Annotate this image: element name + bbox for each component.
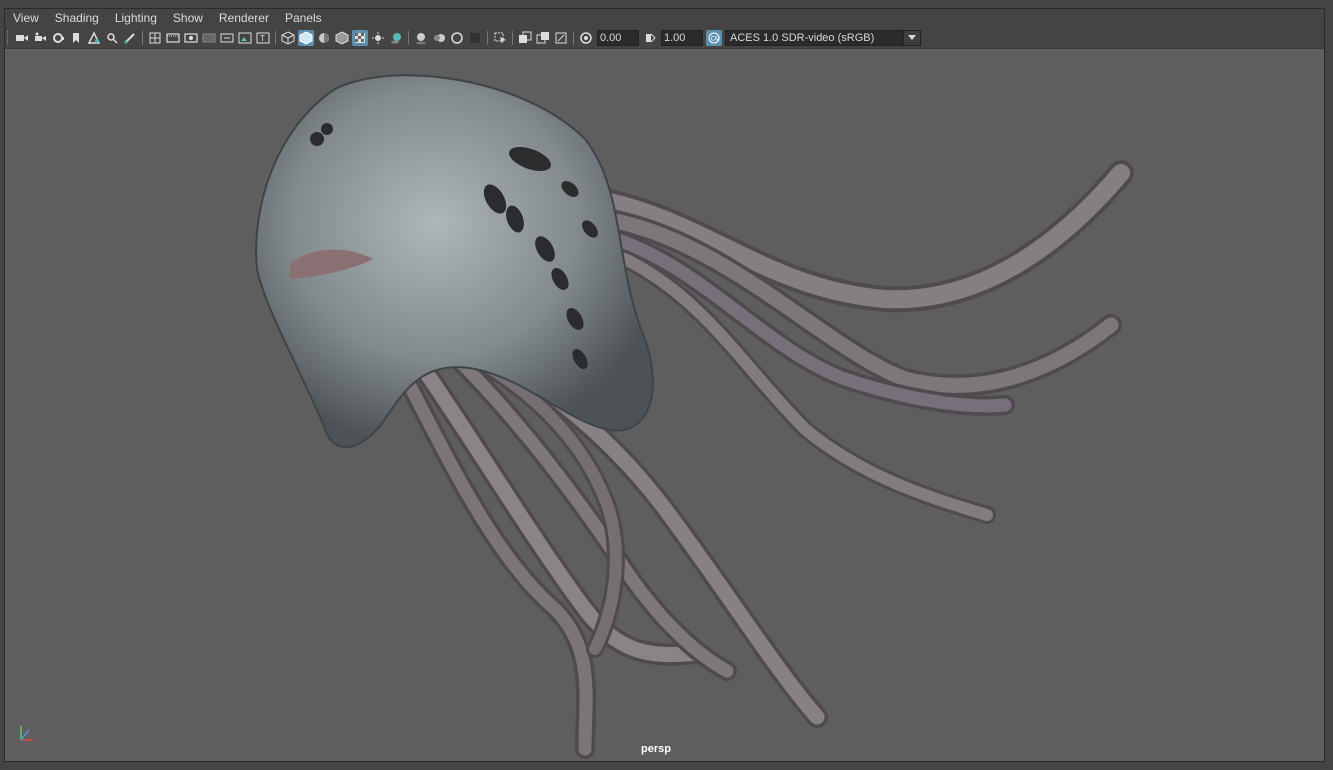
bookmark-icon[interactable] [68,30,84,46]
axis-gizmo [20,726,33,741]
toolbar-separator [275,31,276,45]
model-panel: View Shading Lighting Show Renderer Pane… [4,8,1325,762]
film-gate-icon[interactable] [165,30,181,46]
exposure-field[interactable]: 0.00 [597,30,639,46]
gate-mask-icon[interactable] [201,30,217,46]
toolbar-separator [487,31,488,45]
xray-joints-icon[interactable] [553,30,569,46]
camera-attributes-icon[interactable] [32,30,48,46]
panel-menubar: View Shading Lighting Show Renderer Pane… [5,9,1324,28]
exposure-icon[interactable] [578,30,594,46]
creature-model[interactable] [5,49,1324,761]
view-transform-select[interactable]: ACES 1.0 SDR-video (sRGB) [725,30,921,46]
menu-renderer[interactable]: Renderer [211,9,277,28]
grease-pencil-icon[interactable] [122,30,138,46]
toolbar-separator [408,31,409,45]
svg-text:CM: CM [711,37,720,43]
lights-icon[interactable] [370,30,386,46]
anti-aliasing-icon[interactable] [449,30,465,46]
select-camera-icon[interactable] [14,30,30,46]
color-management-icon[interactable]: CM [706,30,722,46]
textured-icon[interactable] [352,30,368,46]
camera-label: persp [641,743,671,755]
perspective-viewport[interactable]: persp [5,49,1324,761]
view-transform-value: ACES 1.0 SDR-video (sRGB) [730,32,875,44]
ambient-occlusion-icon[interactable] [413,30,429,46]
resolution-gate-icon[interactable] [183,30,199,46]
2d-pan-zoom-icon[interactable] [104,30,120,46]
depth-of-field-icon[interactable] [467,30,483,46]
default-material-icon[interactable] [316,30,332,46]
wireframe-on-shaded-icon[interactable] [334,30,350,46]
menu-show[interactable]: Show [165,9,211,28]
menu-lighting[interactable]: Lighting [107,9,165,28]
field-chart-icon[interactable] [219,30,235,46]
toolbar-separator [512,31,513,45]
smooth-shade-icon[interactable] [298,30,314,46]
gamma-field[interactable]: 1.00 [661,30,703,46]
safe-action-icon[interactable] [237,30,253,46]
menu-panels[interactable]: Panels [277,9,330,28]
bookmark-camera-icon[interactable] [50,30,66,46]
toolbar-separator [573,31,574,45]
isolate-select-icon[interactable] [492,30,508,46]
motion-blur-icon[interactable] [431,30,447,46]
toolbar-grip[interactable] [7,31,10,45]
safe-title-icon[interactable]: T [255,30,271,46]
xray-active-components-icon[interactable] [535,30,551,46]
grid-icon[interactable] [147,30,163,46]
xray-icon[interactable] [517,30,533,46]
menu-view[interactable]: View [5,9,47,28]
svg-text:T: T [260,34,265,43]
toolbar-separator [142,31,143,45]
shadows-icon[interactable] [388,30,404,46]
image-plane-icon[interactable] [86,30,102,46]
chevron-down-icon[interactable] [903,31,920,45]
gamma-icon[interactable] [642,30,658,46]
panel-toolbar: T 0.00 1.00 CM ACES 1.0 SDR-video (sRGB) [5,28,1324,49]
menu-shading[interactable]: Shading [47,9,107,28]
wireframe-icon[interactable] [280,30,296,46]
